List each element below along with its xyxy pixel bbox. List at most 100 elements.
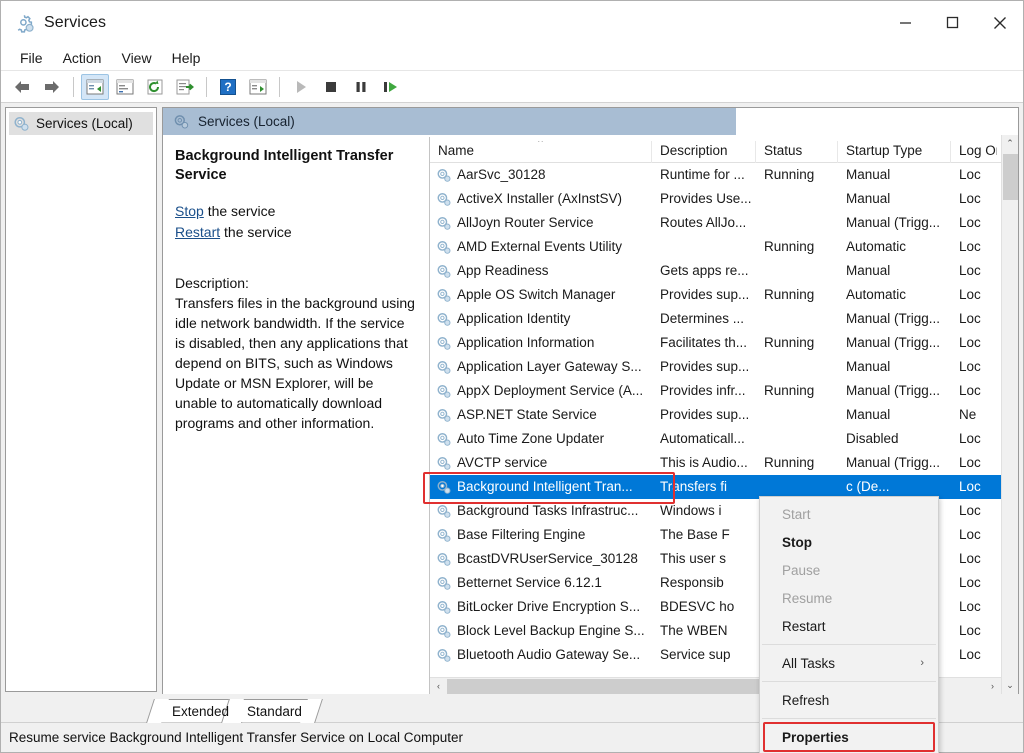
- column-header-name[interactable]: ⌃ Name: [430, 141, 652, 163]
- forward-icon[interactable]: [38, 74, 66, 100]
- scroll-left-icon[interactable]: ‹: [430, 678, 447, 695]
- cell-description: Provides Use...: [652, 187, 756, 211]
- pane-tab-label: Services (Local): [198, 114, 295, 129]
- services-gear-icon: [436, 575, 452, 591]
- column-header-description[interactable]: Description: [652, 141, 756, 163]
- menu-file[interactable]: File: [11, 48, 52, 68]
- pause-service-icon[interactable]: [347, 74, 375, 100]
- menu-bar: File Action View Help: [1, 45, 1023, 71]
- export-list-icon[interactable]: [171, 74, 199, 100]
- help-icon[interactable]: ?: [214, 74, 242, 100]
- services-gear-icon: [13, 115, 30, 132]
- context-menu-item-properties[interactable]: Properties: [760, 723, 938, 751]
- cell-service-name: App Readiness: [430, 259, 652, 283]
- context-menu-item-all-tasks[interactable]: All Tasks›: [760, 649, 938, 677]
- cell-service-name: AMD External Events Utility: [430, 235, 652, 259]
- table-row[interactable]: Auto Time Zone UpdaterAutomaticall...Dis…: [430, 427, 1001, 451]
- table-row[interactable]: Application Layer Gateway S...Provides s…: [430, 355, 1001, 379]
- cell-description: Provides infr...: [652, 379, 756, 403]
- column-header-startup-type[interactable]: Startup Type: [838, 141, 951, 163]
- scroll-down-icon[interactable]: ⌄: [1002, 677, 1019, 694]
- cell-status: Running: [756, 331, 838, 355]
- menu-view[interactable]: View: [112, 48, 160, 68]
- pane-tab-services-local[interactable]: Services (Local): [163, 108, 313, 135]
- services-gear-icon: [436, 215, 452, 231]
- cell-log-on-as: Loc: [951, 571, 997, 595]
- cell-service-name: Apple OS Switch Manager: [430, 283, 652, 307]
- stop-service-icon[interactable]: [317, 74, 345, 100]
- cell-log-on-as: Loc: [951, 451, 997, 475]
- menu-action[interactable]: Action: [54, 48, 111, 68]
- context-menu-separator: [762, 644, 936, 645]
- table-row[interactable]: App ReadinessGets apps re...ManualLoc: [430, 259, 1001, 283]
- cell-description: This is Audio...: [652, 451, 756, 475]
- cell-status: Running: [756, 235, 838, 259]
- cell-description: Gets apps re...: [652, 259, 756, 283]
- cell-service-name-label: Background Intelligent Tran...: [457, 475, 633, 499]
- cell-startup-type: Manual (Trigg...: [838, 379, 951, 403]
- menu-help[interactable]: Help: [163, 48, 210, 68]
- context-menu-item-stop[interactable]: Stop: [760, 528, 938, 556]
- table-row[interactable]: AVCTP serviceThis is Audio...RunningManu…: [430, 451, 1001, 475]
- table-row[interactable]: Apple OS Switch ManagerProvides sup...Ru…: [430, 283, 1001, 307]
- context-menu-item-restart[interactable]: Restart: [760, 612, 938, 640]
- scroll-up-icon[interactable]: ⌃: [1002, 135, 1019, 152]
- table-row[interactable]: AppX Deployment Service (A...Provides in…: [430, 379, 1001, 403]
- restart-service-link[interactable]: Restart: [175, 224, 220, 240]
- table-row[interactable]: Application InformationFacilitates th...…: [430, 331, 1001, 355]
- table-row[interactable]: AMD External Events UtilityRunningAutoma…: [430, 235, 1001, 259]
- services-gear-icon: [436, 527, 452, 543]
- tab-standard-label: Standard: [247, 704, 302, 719]
- cell-service-name: AllJoyn Router Service: [430, 211, 652, 235]
- context-menu[interactable]: StartStopPauseResumeRestartAll Tasks›Ref…: [759, 496, 939, 753]
- services-gear-icon: [436, 431, 452, 447]
- hscroll-thumb[interactable]: [447, 679, 805, 694]
- cell-log-on-as: Loc: [951, 235, 997, 259]
- table-row[interactable]: ActiveX Installer (AxInstSV)Provides Use…: [430, 187, 1001, 211]
- refresh-icon[interactable]: [141, 74, 169, 100]
- close-button[interactable]: [976, 1, 1023, 45]
- description-label: Description:: [175, 273, 415, 293]
- show-hide-tree-icon[interactable]: [81, 74, 109, 100]
- context-menu-item-refresh[interactable]: Refresh: [760, 686, 938, 714]
- pane-tab-header: Services (Local): [163, 108, 1018, 135]
- cell-log-on-as: Loc: [951, 475, 997, 499]
- vertical-scrollbar[interactable]: ⌃ ⌄: [1001, 135, 1018, 694]
- vscroll-thumb[interactable]: [1003, 154, 1018, 200]
- column-header-log-on-as[interactable]: Log On As: [951, 141, 997, 163]
- toolbar-separator: [73, 77, 74, 97]
- toolbar-separator-3: [279, 77, 280, 97]
- minimize-button[interactable]: [882, 1, 929, 45]
- cell-description: Routes AllJo...: [652, 211, 756, 235]
- tab-standard[interactable]: Standard: [233, 699, 312, 722]
- cell-log-on-as: Loc: [951, 211, 997, 235]
- properties-icon[interactable]: [111, 74, 139, 100]
- back-icon[interactable]: [8, 74, 36, 100]
- scroll-right-icon[interactable]: ›: [984, 678, 1001, 695]
- cell-service-name: AVCTP service: [430, 451, 652, 475]
- cell-service-name: AarSvc_30128: [430, 163, 652, 187]
- restart-service-icon[interactable]: [377, 74, 405, 100]
- cell-description: Service sup: [652, 643, 756, 667]
- maximize-button[interactable]: [929, 1, 976, 45]
- cell-service-name-label: BcastDVRUserService_30128: [457, 547, 638, 571]
- tree-node-services-local[interactable]: Services (Local): [9, 112, 153, 135]
- cell-service-name-label: ASP.NET State Service: [457, 403, 597, 427]
- tab-extended-label: Extended: [172, 704, 229, 719]
- table-row[interactable]: AllJoyn Router ServiceRoutes AllJo...Man…: [430, 211, 1001, 235]
- column-header-status[interactable]: Status: [756, 141, 838, 163]
- cell-service-name: Block Level Backup Engine S...: [430, 619, 652, 643]
- table-row[interactable]: AarSvc_30128Runtime for ...RunningManual…: [430, 163, 1001, 187]
- cell-log-on-as: Loc: [951, 547, 997, 571]
- restart-service-action-line: Restart the service: [175, 222, 415, 243]
- context-menu-item-label: Refresh: [782, 693, 829, 708]
- table-row[interactable]: ASP.NET State ServiceProvides sup...Manu…: [430, 403, 1001, 427]
- cell-startup-type: Manual: [838, 187, 951, 211]
- cell-service-name-label: AarSvc_30128: [457, 163, 546, 187]
- show-hide-console-tree-icon[interactable]: [244, 74, 272, 100]
- cell-service-name: ActiveX Installer (AxInstSV): [430, 187, 652, 211]
- table-row[interactable]: Application IdentityDetermines ...Manual…: [430, 307, 1001, 331]
- stop-service-link[interactable]: Stop: [175, 203, 204, 219]
- start-service-icon[interactable]: [287, 74, 315, 100]
- cell-status: Running: [756, 379, 838, 403]
